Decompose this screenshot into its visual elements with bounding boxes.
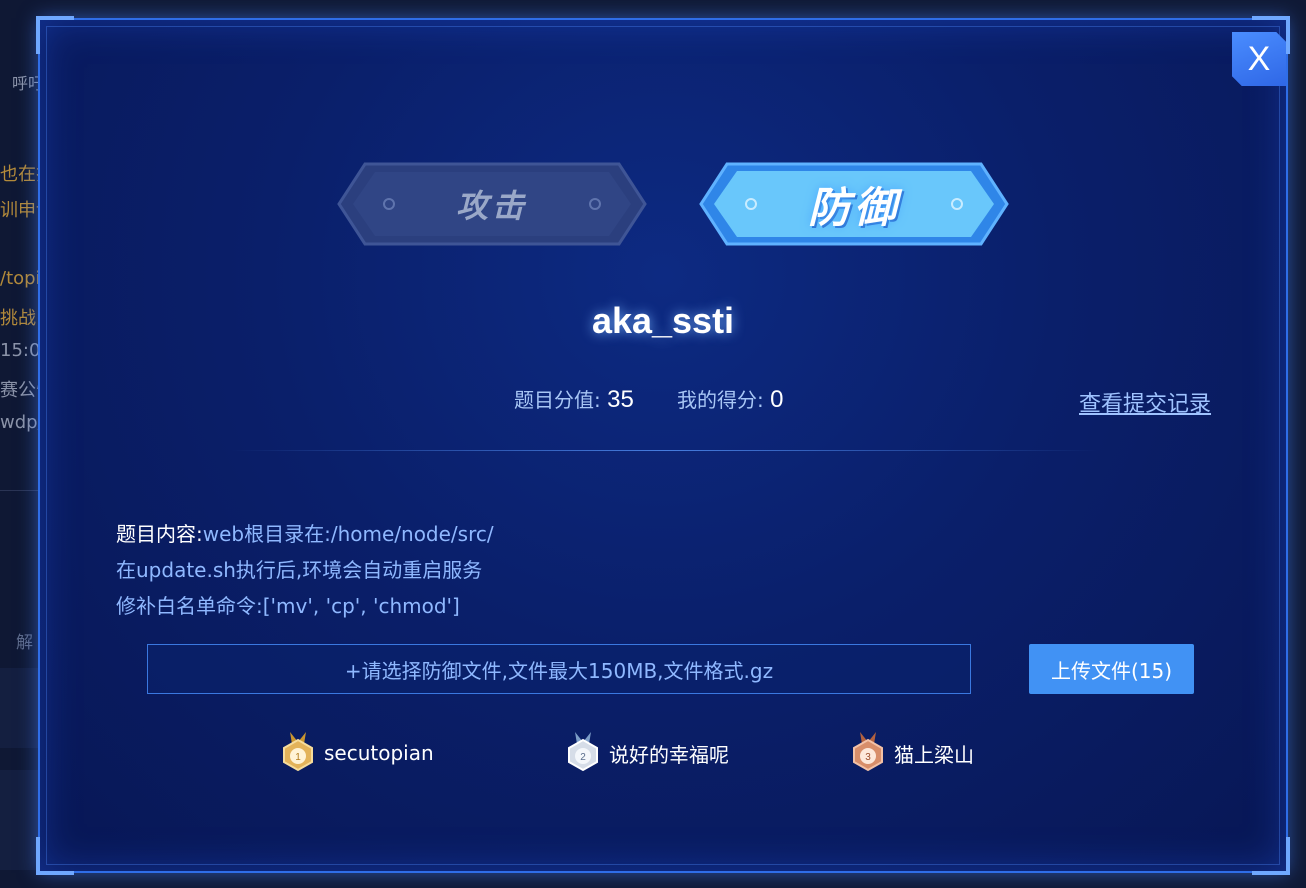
ranking-item: 3 猫上梁山 — [850, 732, 974, 774]
ranking-item: 1 secutopian — [280, 732, 434, 774]
ranking-name: 猫上梁山 — [894, 742, 974, 767]
my-score-info: 我的得分: 0 — [677, 384, 783, 414]
tab-defend-label: 防御 — [807, 182, 900, 232]
ranking-item: 2 说好的幸福呢 — [565, 732, 729, 774]
gold-medal-icon: 1 — [283, 732, 313, 772]
tab-attack-label: 攻击 — [455, 187, 528, 225]
ranking-name: secutopian — [324, 741, 434, 765]
tab-attack[interactable]: 攻击 — [337, 162, 647, 246]
challenge-modal: X 攻击 防御 aka_ssti 题目分值: 35 我的得分: 0 查看提交记录… — [36, 16, 1290, 875]
background-text: 解 — [16, 633, 33, 653]
challenge-content: 题目内容:web根目录在:/home/node/src/ 在update.sh执… — [116, 516, 494, 624]
svg-text:1: 1 — [295, 752, 301, 763]
challenge-title: aka_ssti — [591, 300, 735, 341]
tab-defend[interactable]: 防御 — [699, 162, 1009, 246]
divider — [230, 450, 1100, 451]
svg-text:3: 3 — [865, 752, 871, 763]
svg-text:2: 2 — [580, 752, 586, 763]
bronze-medal-icon: 3 — [853, 732, 883, 772]
content-text: web根目录在:/home/node/src/ — [202, 522, 494, 546]
view-records-link[interactable]: 查看提交记录 — [1079, 386, 1211, 418]
close-button[interactable]: X — [1232, 32, 1286, 86]
silver-medal-icon: 2 — [568, 732, 598, 772]
score-label: 题目分值: — [514, 388, 601, 412]
content-line: 在update.sh执行后,环境会自动重启服务 — [116, 558, 483, 582]
defense-file-picker[interactable]: +请选择防御文件,文件最大150MB,文件格式.gz — [147, 644, 971, 694]
content-line: 修补白名单命令:['mv', 'cp', 'chmod'] — [116, 594, 460, 618]
ranking-name: 说好的幸福呢 — [609, 742, 729, 767]
content-label: 题目内容: — [116, 522, 203, 546]
background-text: /topi — [0, 268, 41, 289]
content-line: 题目内容:web根目录在:/home/node/src/ — [116, 516, 494, 552]
corner-ornament — [1252, 837, 1290, 875]
corner-ornament — [36, 837, 74, 875]
my-score-label: 我的得分: — [677, 388, 764, 412]
my-score-value: 0 — [770, 386, 784, 413]
upload-file-button[interactable]: 上传文件(15) — [1029, 644, 1194, 694]
score-info: 题目分值: 35 — [514, 384, 634, 414]
corner-ornament — [36, 16, 74, 54]
score-value: 35 — [607, 386, 634, 413]
background-text: 挑战 — [0, 308, 36, 329]
